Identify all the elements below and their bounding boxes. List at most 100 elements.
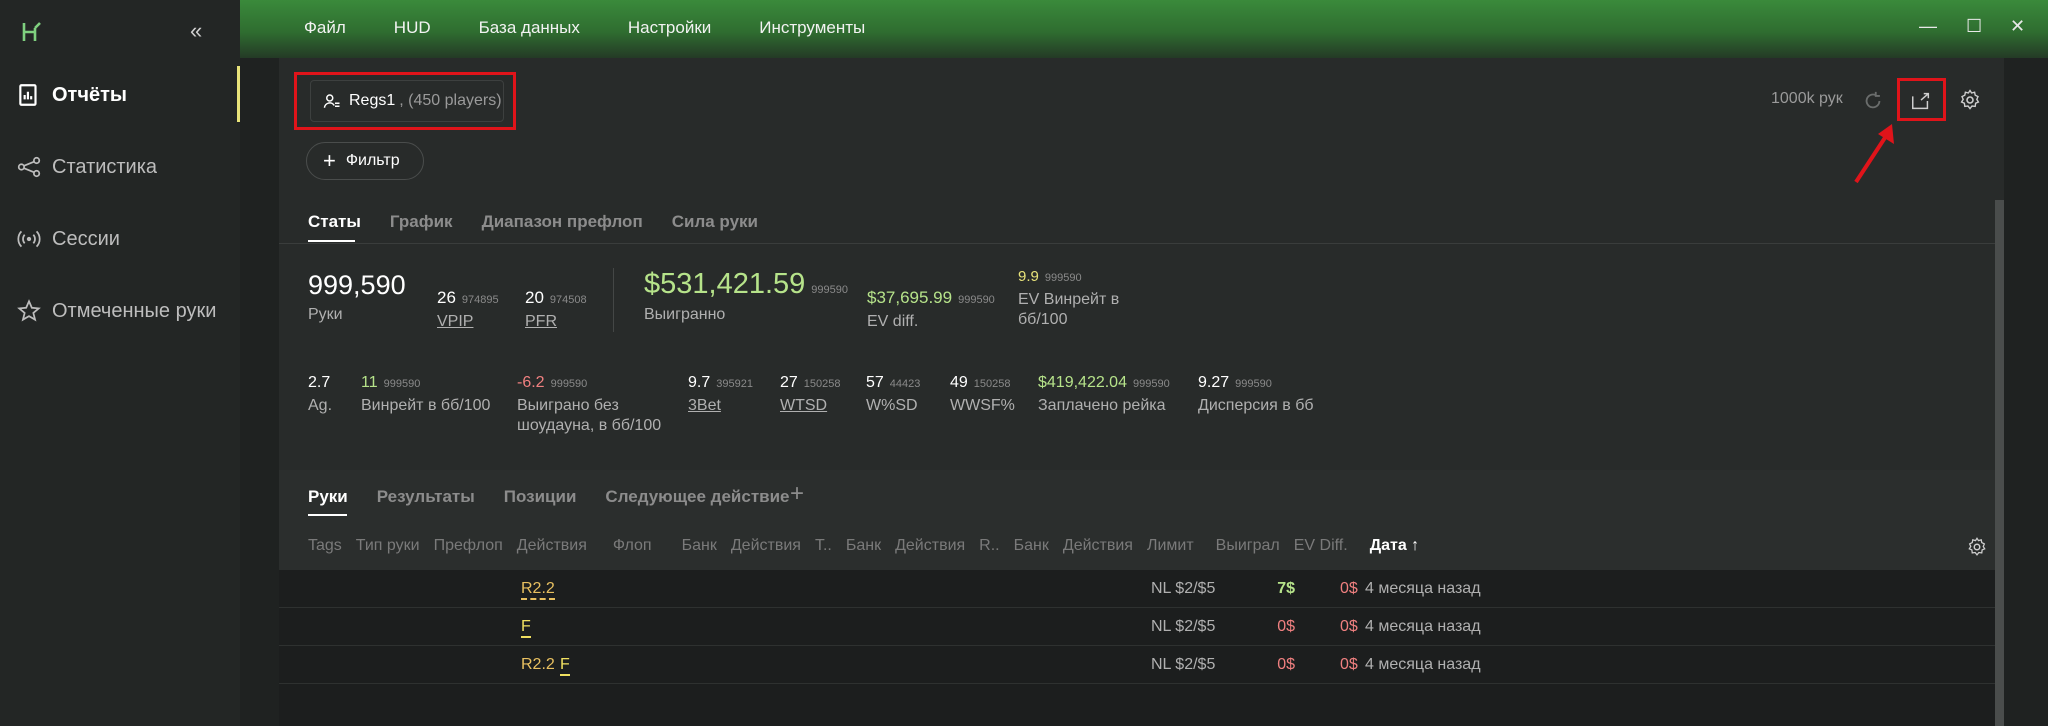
column-actions[interactable]: Действия xyxy=(517,537,587,555)
sidebar-item-sessions[interactable]: Сессии xyxy=(16,219,120,259)
table-row[interactable]: R2.2 NL $2/$5 7$ 0$ 4 месяца назад xyxy=(279,570,1995,608)
stat-value: 11 xyxy=(361,374,378,391)
stat-label[interactable]: 3Bet xyxy=(688,396,753,416)
sidebar-item-label: Отмеченные руки xyxy=(52,299,217,322)
highlight-box-export xyxy=(1897,78,1946,121)
column-limit[interactable]: Лимит xyxy=(1147,537,1194,555)
flop-action: F xyxy=(521,618,531,638)
columns-settings-gear-icon[interactable] xyxy=(1966,536,1988,558)
maximize-button[interactable]: ☐ xyxy=(1966,16,1982,37)
tab-graph[interactable]: График xyxy=(390,212,453,232)
tab-results[interactable]: Результаты xyxy=(377,487,475,507)
stat-value: 9.9 xyxy=(1018,268,1039,285)
stat-label: Винрейт в бб/100 xyxy=(361,397,491,414)
stat-label[interactable]: WTSD xyxy=(780,396,841,416)
active-nav-indicator xyxy=(237,66,240,122)
stat-label-2: шоудауна, в бб/100 xyxy=(517,417,662,434)
menu-settings[interactable]: Настройки xyxy=(628,18,711,38)
stat-value: 26 xyxy=(437,288,456,307)
sidebar-item-reports[interactable]: Отчёты xyxy=(16,75,127,115)
column-pot[interactable]: Банк xyxy=(846,537,881,555)
stat-value: $37,695.99 xyxy=(867,288,953,307)
tab-preflop-range[interactable]: Диапазон префлоп xyxy=(482,212,643,232)
vertical-scrollbar[interactable] xyxy=(1995,200,2004,726)
tab-positions[interactable]: Позиции xyxy=(504,487,577,507)
column-tags[interactable]: Tags xyxy=(308,537,342,555)
stat-label[interactable]: VPIP xyxy=(437,312,499,332)
hands-count: 1000k рук xyxy=(1771,90,1843,107)
menu-database[interactable]: База данных xyxy=(479,18,580,38)
tab-stats[interactable]: Статы xyxy=(308,212,361,232)
stat-value: $419,422.04 xyxy=(1038,374,1127,391)
tab-hand-strength[interactable]: Сила руки xyxy=(672,212,758,232)
column-flop[interactable]: Флоп xyxy=(613,537,652,555)
stat-3bet: 9.7 395921 3Bet xyxy=(688,374,753,416)
stat-rake: $419,422.04 999590 Заплачено рейка xyxy=(1038,374,1170,416)
stat-ev-winrate: 9.9 999590 EV Винрейт в бб/100 xyxy=(1018,268,1119,330)
refresh-icon[interactable] xyxy=(1862,90,1884,112)
share-icon xyxy=(17,156,41,178)
column-won[interactable]: Выиграл xyxy=(1216,537,1280,555)
ev-diff-cell: 0$ xyxy=(1340,656,1358,673)
table-row[interactable]: R2.2 F NL $2/$5 0$ 0$ 4 месяца назад xyxy=(279,646,1995,684)
minimize-button[interactable]: — xyxy=(1919,16,1937,37)
stat-wsd: 57 44423 W%SD xyxy=(866,374,920,416)
table-row[interactable]: F NL $2/$5 0$ 0$ 4 месяца назад xyxy=(279,608,1995,646)
menu-hud[interactable]: HUD xyxy=(394,18,431,38)
column-river[interactable]: R.. xyxy=(979,537,999,555)
ev-diff-cell: 0$ xyxy=(1340,618,1358,635)
sidebar-item-marked-hands[interactable]: Отмеченные руки xyxy=(16,291,216,331)
column-actions[interactable]: Действия xyxy=(895,537,965,555)
column-pot[interactable]: Банк xyxy=(1014,537,1049,555)
stat-ev-diff: $37,695.99 999590 EV diff. xyxy=(867,288,995,332)
column-date[interactable]: Дата ↑ xyxy=(1370,537,1419,555)
limit-cell: NL $2/$5 xyxy=(1151,618,1216,635)
collapse-sidebar-button[interactable]: « xyxy=(190,18,202,44)
active-tab-underline xyxy=(308,514,347,516)
stat-label: EV diff. xyxy=(867,313,919,330)
column-pot[interactable]: Банк xyxy=(682,537,717,555)
stat-sample: 974508 xyxy=(549,294,587,306)
stat-label: W%SD xyxy=(866,397,918,414)
stat-value: 20 xyxy=(525,288,544,307)
tab-hands[interactable]: Руки xyxy=(308,487,348,507)
column-ev-diff[interactable]: EV Diff. xyxy=(1294,537,1348,555)
stat-winrate: 11 999590 Винрейт в бб/100 xyxy=(361,374,490,416)
stat-wwsf: 49 150258 WWSF% xyxy=(950,374,1015,416)
settings-gear-icon[interactable] xyxy=(1958,88,1982,112)
stats-divider xyxy=(613,268,614,332)
menu-file[interactable]: Файл xyxy=(304,18,346,38)
close-button[interactable]: ✕ xyxy=(2010,16,2025,37)
broadcast-icon xyxy=(17,230,41,248)
stat-label: WWSF% xyxy=(950,397,1015,414)
column-actions[interactable]: Действия xyxy=(731,537,801,555)
stat-pfr: 20 974508 PFR xyxy=(525,288,587,332)
stat-value: 27 xyxy=(780,374,798,391)
stat-sample: 44423 xyxy=(889,378,921,390)
app-logo-icon xyxy=(22,22,41,41)
stat-variance: 9.27 999590 Дисперсия в бб xyxy=(1198,374,1314,416)
stat-value: $531,421.59 xyxy=(644,268,806,300)
add-tab-button[interactable]: + xyxy=(790,480,804,508)
hands-tabs: Руки Результаты Позиции Следующее действ… xyxy=(308,487,819,507)
column-hand-type[interactable]: Тип руки xyxy=(356,537,420,555)
main-menu: Файл HUD База данных Настройки Инструмен… xyxy=(304,18,913,38)
sidebar-item-label: Статистика xyxy=(52,155,158,178)
stat-sample: 999590 xyxy=(1132,378,1170,390)
menu-tools[interactable]: Инструменты xyxy=(759,18,865,38)
column-actions[interactable]: Действия xyxy=(1063,537,1133,555)
preflop-action: R2.2 xyxy=(521,580,555,600)
plus-icon: + xyxy=(323,148,336,173)
tab-divider xyxy=(279,243,2004,244)
ev-diff-cell: 0$ xyxy=(1340,580,1358,597)
top-menu-bar: Файл HUD База данных Настройки Инструмен… xyxy=(240,0,2048,58)
sidebar-item-label: Отчёты xyxy=(52,83,127,106)
add-filter-button[interactable]: + Фильтр xyxy=(306,142,424,180)
stat-sample: 999590 xyxy=(550,378,588,390)
tab-next-action[interactable]: Следующее действие xyxy=(605,487,789,507)
stat-label[interactable]: PFR xyxy=(525,312,587,332)
sidebar-item-statistics[interactable]: Статистика xyxy=(16,147,157,187)
column-turn[interactable]: T.. xyxy=(815,537,832,555)
column-preflop[interactable]: Префлоп xyxy=(434,537,503,555)
stat-sample: 150258 xyxy=(803,378,841,390)
